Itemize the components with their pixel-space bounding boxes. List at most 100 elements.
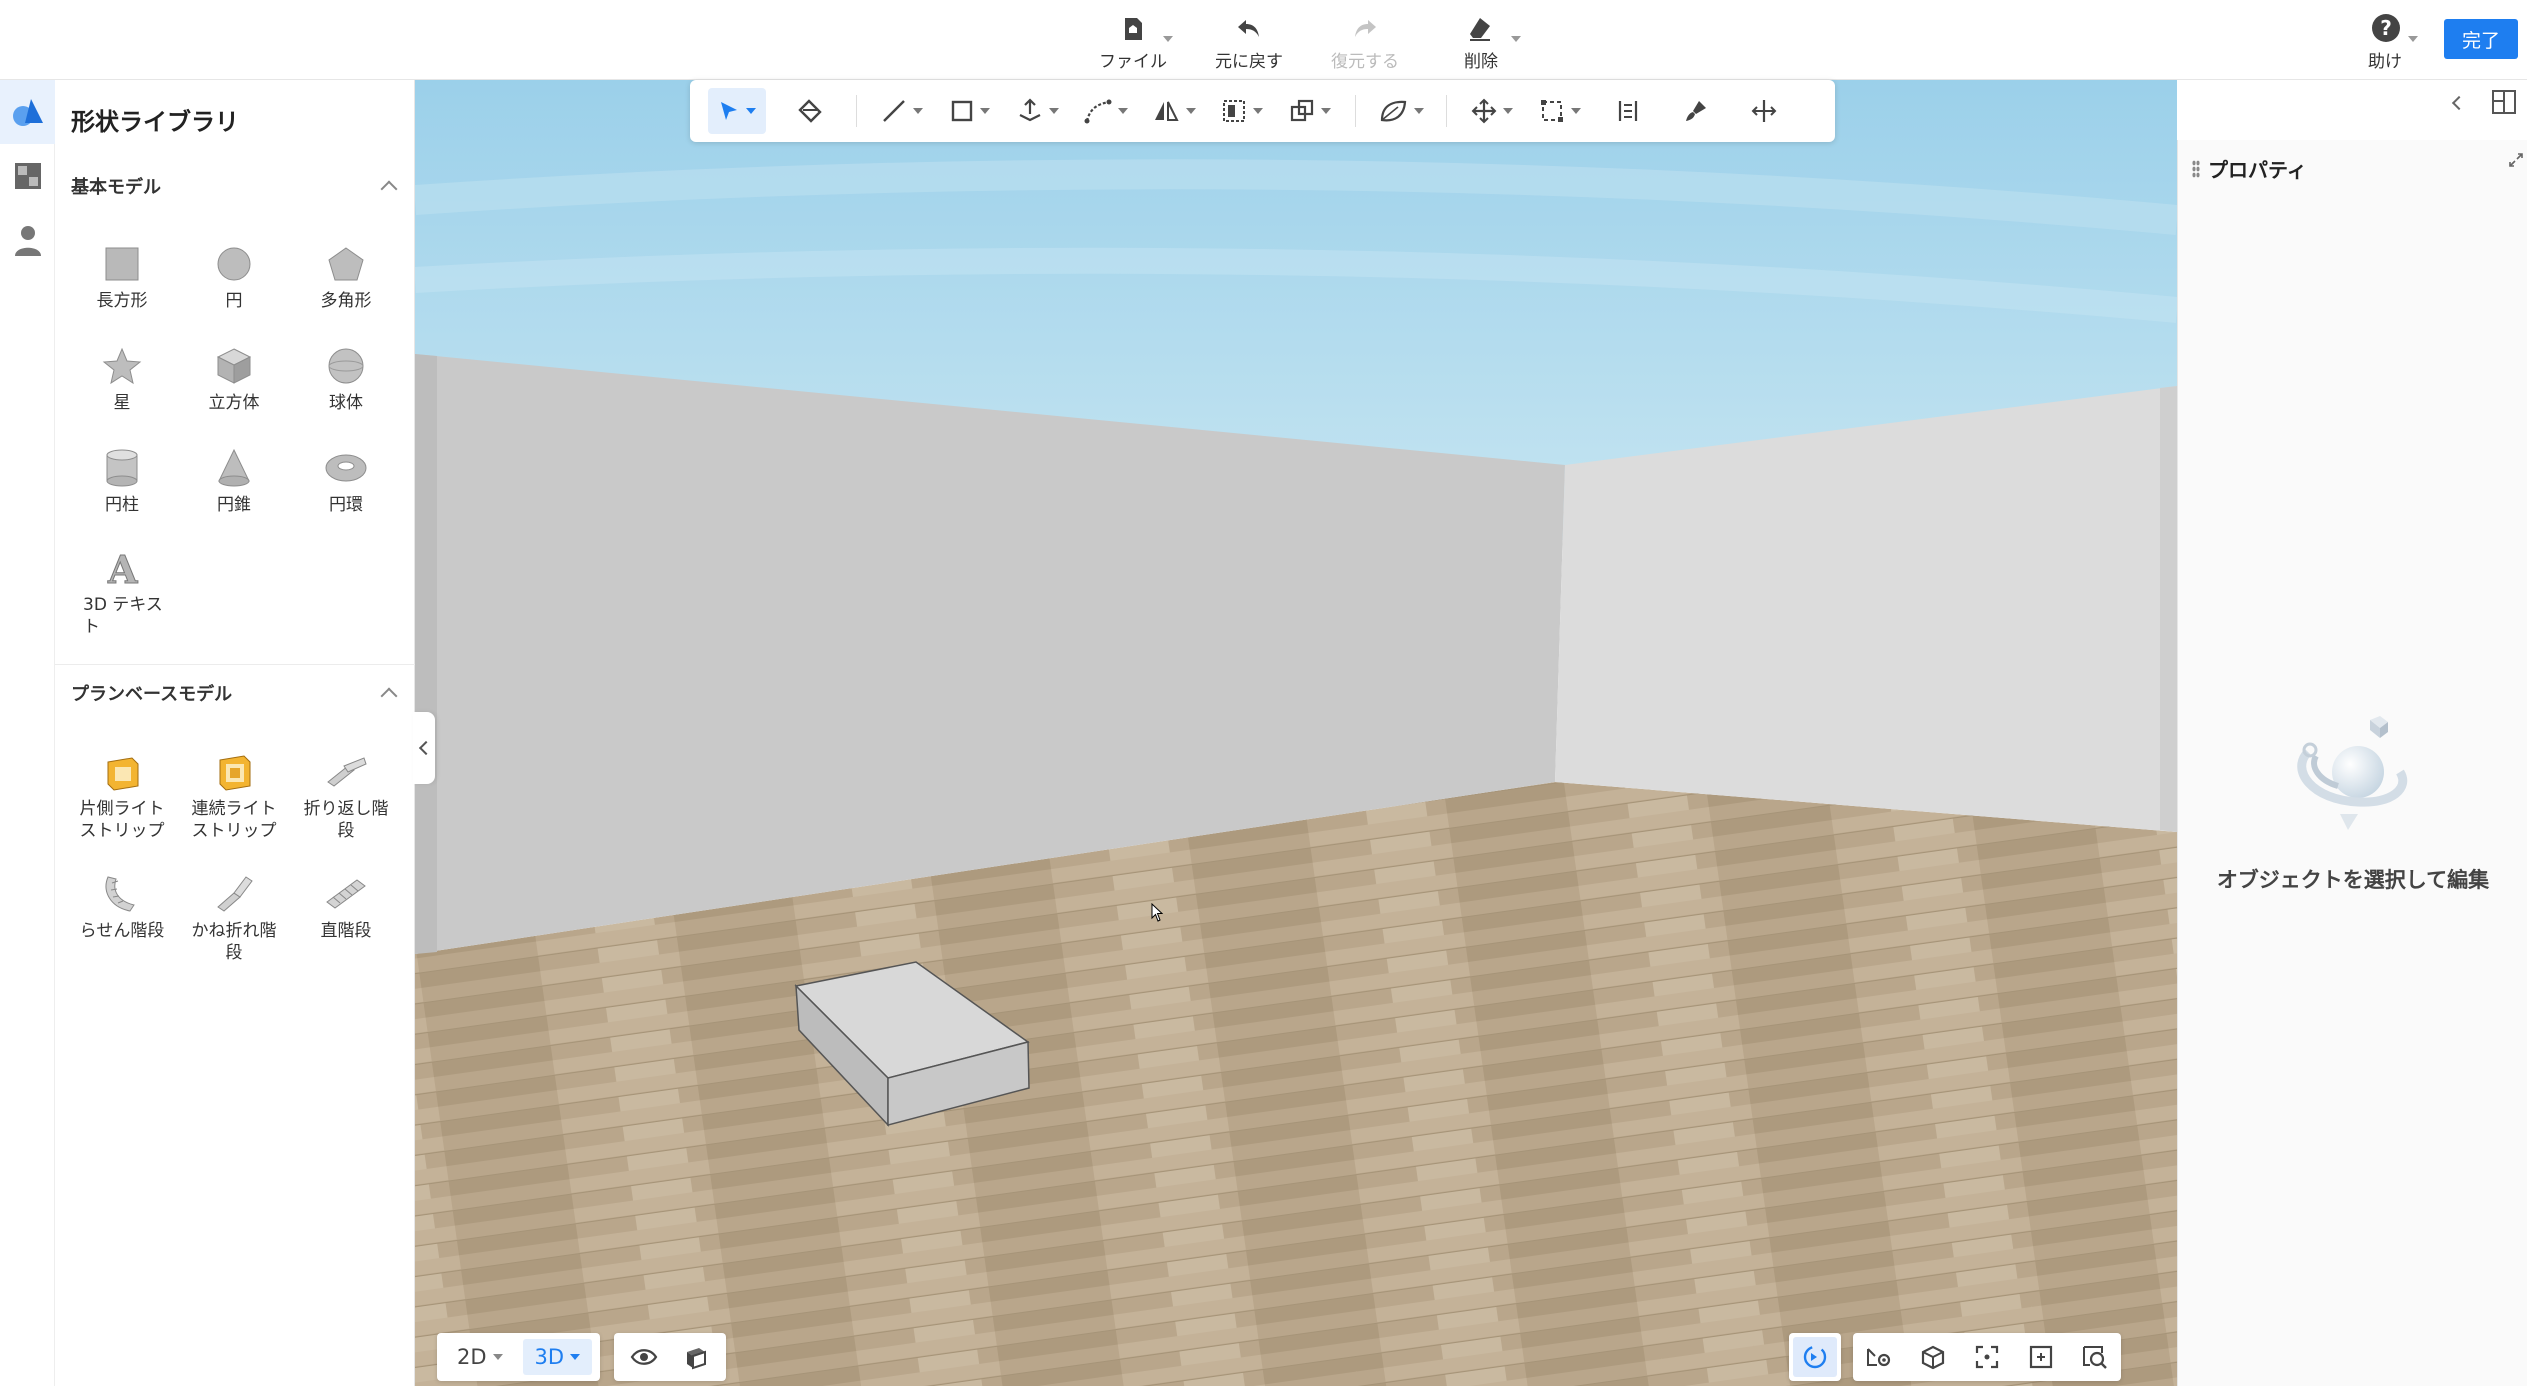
- eraser-icon: [1470, 18, 1490, 41]
- model-l-shaped-stairs[interactable]: かね折れ階段: [184, 866, 284, 976]
- zoom-selection-button[interactable]: [2019, 1337, 2063, 1377]
- dropdown-caret-icon: [1503, 108, 1513, 114]
- combine-icon: [1290, 99, 1314, 122]
- magnifier-icon: [2083, 1346, 2107, 1369]
- model-label: 直階段: [320, 921, 372, 941]
- dropdown-caret-icon: [1118, 108, 1128, 114]
- rail-shapes-button[interactable]: [0, 80, 55, 144]
- top-actions: ファイル 元に戻す 復元する 削除: [1085, 12, 1529, 72]
- help-label: 助け: [2368, 52, 2402, 72]
- shapes-icon: [12, 99, 43, 126]
- model-continuous-light-strip[interactable]: 連続ライトストリップ: [184, 744, 284, 854]
- visibility-button[interactable]: [622, 1337, 666, 1377]
- library-collapse-toggle[interactable]: [413, 712, 435, 784]
- default-view-button[interactable]: [1911, 1337, 1955, 1377]
- model-label: かね折れ階段: [191, 921, 277, 963]
- shape-rectangle[interactable]: 長方形: [72, 236, 172, 326]
- model-spiral-stairs[interactable]: らせん階段: [72, 866, 172, 976]
- empty-selection-illustration: [2297, 716, 2408, 830]
- plan-models-header[interactable]: プランベースモデル: [71, 676, 411, 710]
- user-icon: [14, 226, 41, 256]
- help-button[interactable]: ? 助け: [2350, 12, 2420, 72]
- properties-header[interactable]: プロパティ: [2192, 154, 2307, 183]
- cone-icon: [210, 444, 258, 492]
- model-straight-stairs[interactable]: 直階段: [296, 866, 396, 976]
- mirror-tool[interactable]: [1151, 88, 1197, 134]
- paint-tool[interactable]: [788, 88, 834, 134]
- push-pull-tool[interactable]: [1015, 88, 1061, 134]
- shape-cylinder[interactable]: 円柱: [72, 440, 172, 530]
- toolbar-separator: [856, 95, 857, 127]
- measure-tool[interactable]: [1605, 88, 1651, 134]
- polygon-icon: [322, 240, 370, 288]
- paint-bucket-icon: [798, 99, 822, 123]
- done-button[interactable]: 完了: [2444, 19, 2518, 59]
- sphere-icon: [322, 342, 370, 390]
- brush-tool[interactable]: [1673, 88, 1719, 134]
- path-tool[interactable]: [1083, 88, 1129, 134]
- shape-torus[interactable]: 円環: [296, 440, 396, 530]
- cube-view-icon: [687, 1348, 707, 1370]
- scale-tool[interactable]: [1537, 88, 1583, 134]
- rail-user-models-button[interactable]: [0, 208, 55, 272]
- perspective-button[interactable]: [674, 1337, 718, 1377]
- shape-circle[interactable]: 円: [184, 236, 284, 326]
- model-single-light-strip[interactable]: 片側ライトストリップ: [72, 744, 172, 854]
- orbit-rotate-icon: [1803, 1345, 1827, 1369]
- rectangle-tool[interactable]: [947, 88, 993, 134]
- app-window: ファイル 元に戻す 復元する 削除 ? 助け 完了 形状ライブラリ 基本モデル …: [0, 0, 2527, 1386]
- push-pull-icon: [1019, 98, 1041, 122]
- orbit-button[interactable]: [1793, 1337, 1837, 1377]
- orbit-group: [1789, 1333, 1841, 1381]
- redo-button[interactable]: 復元する: [1317, 12, 1413, 72]
- model-label: 折り返し階段: [303, 799, 389, 841]
- focus-frame-icon: [1975, 1345, 1999, 1369]
- zoom-search-button[interactable]: [2073, 1337, 2117, 1377]
- material-tool[interactable]: [1378, 88, 1424, 134]
- basic-models-header[interactable]: 基本モデル: [71, 169, 411, 203]
- layout-toggle-button[interactable]: [2490, 88, 2520, 118]
- view-2d-button[interactable]: 2D: [445, 1339, 515, 1375]
- camera-settings-button[interactable]: [1857, 1337, 1901, 1377]
- shape-polygon[interactable]: 多角形: [296, 236, 396, 326]
- library-title: 形状ライブラリ: [71, 108, 239, 136]
- brush-icon: [1686, 101, 1706, 121]
- 3d-viewport[interactable]: [415, 80, 2177, 1386]
- shape-label: 立方体: [208, 393, 260, 413]
- view-3d-button[interactable]: 3D: [522, 1339, 593, 1375]
- move-arrows-icon: [1471, 98, 1497, 124]
- drag-handle-icon[interactable]: [2192, 159, 2200, 178]
- view-controls: 2D 3D: [437, 1333, 727, 1381]
- mouse-cursor-icon: [1151, 903, 1164, 922]
- rail-materials-button[interactable]: [0, 144, 55, 208]
- redo-icon: [1355, 20, 1376, 37]
- file-button[interactable]: ファイル: [1085, 12, 1181, 72]
- properties-collapse-button[interactable]: [2444, 86, 2474, 120]
- model-label: らせん階段: [79, 921, 165, 941]
- align-tool[interactable]: [1741, 88, 1787, 134]
- fit-view-button[interactable]: [1965, 1337, 2009, 1377]
- layout-panel-icon: [2492, 90, 2516, 114]
- mirror-icon: [1155, 101, 1179, 121]
- shape-cube[interactable]: 立方体: [184, 338, 284, 428]
- undo-label: 元に戻す: [1215, 52, 1283, 72]
- svg-text:A: A: [107, 547, 138, 589]
- continuous-light-strip-icon: [210, 748, 258, 796]
- delete-button[interactable]: 削除: [1433, 12, 1529, 72]
- shape-sphere[interactable]: 球体: [296, 338, 396, 428]
- model-switchback-stairs[interactable]: 折り返し階段: [296, 744, 396, 854]
- shape-cone[interactable]: 円錐: [184, 440, 284, 530]
- expand-icon[interactable]: [2508, 152, 2524, 168]
- combine-tool[interactable]: [1287, 88, 1333, 134]
- line-tool[interactable]: [879, 88, 925, 134]
- move-tool[interactable]: [1469, 88, 1515, 134]
- scale-box-icon: [1541, 100, 1563, 122]
- undo-button[interactable]: 元に戻す: [1201, 12, 1297, 72]
- light-strip-icon: [98, 748, 146, 796]
- shape-3d-text[interactable]: A 3D テキスト: [72, 540, 172, 650]
- select-tool[interactable]: [708, 88, 766, 134]
- array-tool[interactable]: [1219, 88, 1265, 134]
- materials-icon: [14, 163, 41, 189]
- shape-star[interactable]: 星: [72, 338, 172, 428]
- basic-models-title: 基本モデル: [71, 177, 161, 198]
